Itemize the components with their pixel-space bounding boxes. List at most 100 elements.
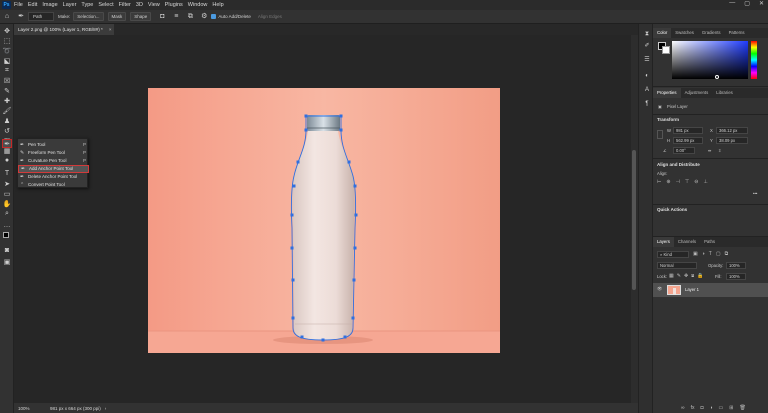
quick-actions-title[interactable]: Quick Actions [657,207,687,212]
zoom-tool-icon[interactable]: ⌕ [2,209,12,218]
align-right-icon[interactable]: ⊣ [676,179,680,185]
layer-filter-kind-select[interactable]: ⌕ Kind [657,251,689,258]
align-section-title[interactable]: Align and Distribute [657,162,700,167]
y-field[interactable]: 38.09 px [716,137,748,144]
background-swatch[interactable] [662,46,670,54]
gear-icon[interactable]: ⚙ [200,13,208,21]
new-group-icon[interactable]: ▭ [719,405,724,411]
layer-style-icon[interactable]: fx [691,405,695,411]
x-field[interactable]: 366.12 px [716,127,748,134]
type-tool-icon[interactable]: T [2,169,12,178]
photoshop-logo[interactable]: Ps [2,1,11,9]
selection-button[interactable]: Selection... [73,12,104,21]
document-image[interactable] [148,88,500,353]
flyout-freeform-pen-tool[interactable]: ✎ Freeform Pen Tool P [18,149,89,157]
auto-add-delete-checkbox[interactable] [211,14,217,19]
menu-filter[interactable]: Filter [119,2,131,8]
tab-libraries[interactable]: Libraries [712,88,736,98]
zoom-level[interactable]: 100% [18,406,44,411]
fill-field[interactable]: 100% [726,273,746,280]
flyout-convert-point-tool[interactable]: ⌃ Convert Point Tool [18,181,89,189]
blend-mode-select[interactable]: Normal [657,262,697,269]
filter-smart-icon[interactable]: ⧉ [725,251,729,257]
menu-file[interactable]: File [14,2,23,8]
filter-adjustment-icon[interactable]: ◑ [702,251,705,257]
layer-row[interactable]: 👁 Layer 1 [653,283,768,297]
align-middle-icon[interactable]: ⊖ [694,179,698,185]
eyedropper-tool-icon[interactable]: ✎ [2,86,12,95]
flyout-add-anchor-point-tool[interactable]: ✒ Add Anchor Point Tool [18,165,89,173]
tab-color[interactable]: Color [653,28,672,38]
filter-shape-icon[interactable]: ▢ [716,251,721,257]
link-layers-icon[interactable]: ∞ [681,405,685,411]
maximize-button[interactable]: ▢ [744,0,750,7]
lock-position-icon[interactable]: ✥ [684,273,688,279]
path-arrangement-icon[interactable]: ⧉ [186,13,194,21]
adjustment-layer-icon[interactable]: ◑ [710,405,713,411]
history-brush-tool-icon[interactable]: ↺ [2,126,12,135]
menu-help[interactable]: Help [212,2,223,8]
hand-tool-icon[interactable]: ✋ [2,199,12,208]
menu-layer[interactable]: Layer [63,2,77,8]
minimize-button[interactable]: — [729,0,735,7]
filter-pixel-icon[interactable]: ▣ [693,251,698,257]
close-tab-icon[interactable]: × [109,27,112,32]
link-icon[interactable] [657,130,663,139]
lock-artboard-icon[interactable]: ⧈ [691,273,694,279]
align-bottom-icon[interactable]: ⊥ [703,179,707,185]
shape-button[interactable]: Shape [130,12,152,21]
dodge-tool-icon[interactable]: ● [2,156,12,165]
screen-mode-icon[interactable]: ▣ [2,257,12,266]
add-mask-icon[interactable]: ◘ [700,405,703,411]
flip-vertical-icon[interactable]: ⇳ [718,148,722,153]
filter-type-icon[interactable]: T [709,251,712,257]
quick-mask-icon[interactable]: ◙ [2,246,12,255]
pen-tool-icon[interactable]: ✒ [2,139,12,148]
align-left-icon[interactable]: ⊢ [657,179,661,185]
tab-swatches[interactable]: Swatches [671,28,698,38]
tab-paths[interactable]: Paths [700,237,719,247]
document-tab[interactable]: Layer 2.png @ 100% (Layer 1, RGB/8#) * × [14,24,114,35]
character-icon[interactable]: A [643,86,651,94]
angle-field[interactable]: 0.00° [673,147,695,154]
more-tools-icon[interactable]: … [2,221,12,230]
lasso-tool-icon[interactable]: ➰ [2,46,12,55]
layer-name[interactable]: Layer 1 [685,287,699,292]
menu-select[interactable]: Select [98,2,113,8]
tab-channels[interactable]: Channels [674,237,700,247]
more-options-icon[interactable]: ••• [753,191,757,196]
path-operations-icon[interactable]: ◘ [158,13,166,21]
paragraph-icon[interactable]: ¶ [643,100,651,108]
mask-button[interactable]: Mask [107,12,127,21]
width-field[interactable]: 981 px [673,127,703,134]
flyout-curvature-pen-tool[interactable]: ✒ Curvature Pen Tool P [18,157,89,165]
color-picker-marker[interactable] [715,75,719,79]
color-picker-field[interactable] [672,41,748,79]
align-top-icon[interactable]: ⊤ [685,179,689,185]
menu-window[interactable]: Window [188,2,208,8]
foreground-background-colors[interactable] [2,232,12,241]
tab-adjustments[interactable]: Adjustments [681,88,713,98]
lock-image-icon[interactable]: ✎ [677,273,681,279]
menu-3d[interactable]: 3D [136,2,143,8]
flyout-pen-tool[interactable]: ✒ Pen Tool P [18,141,89,149]
flyout-delete-anchor-point-tool[interactable]: ✒ Delete Anchor Point Tool [18,173,89,181]
menu-view[interactable]: View [148,2,160,8]
vertical-scrollbar-thumb[interactable] [632,150,636,290]
marquee-tool-icon[interactable]: ⬚ [2,36,12,45]
tab-properties[interactable]: Properties [653,88,681,98]
opacity-field[interactable]: 100% [726,262,746,269]
crop-tool-icon[interactable]: ⌗ [2,66,12,75]
status-arrow-icon[interactable]: › [105,406,107,411]
flip-horizontal-icon[interactable]: ⇹ [708,148,712,153]
adjust-icon[interactable]: ☰ [643,56,651,64]
menu-image[interactable]: Image [42,2,57,8]
brush-tool-icon[interactable]: 🖌 [2,106,12,115]
menu-type[interactable]: Type [81,2,93,8]
rectangle-tool-icon[interactable]: ▭ [2,189,12,198]
brush-settings-icon[interactable]: ✐ [643,42,651,50]
height-field[interactable]: 562.99 px [673,137,703,144]
learn-icon[interactable]: ◐ [643,72,651,80]
pen-mode-select[interactable]: Path [28,12,54,21]
path-selection-tool-icon[interactable]: ➤ [2,179,12,188]
